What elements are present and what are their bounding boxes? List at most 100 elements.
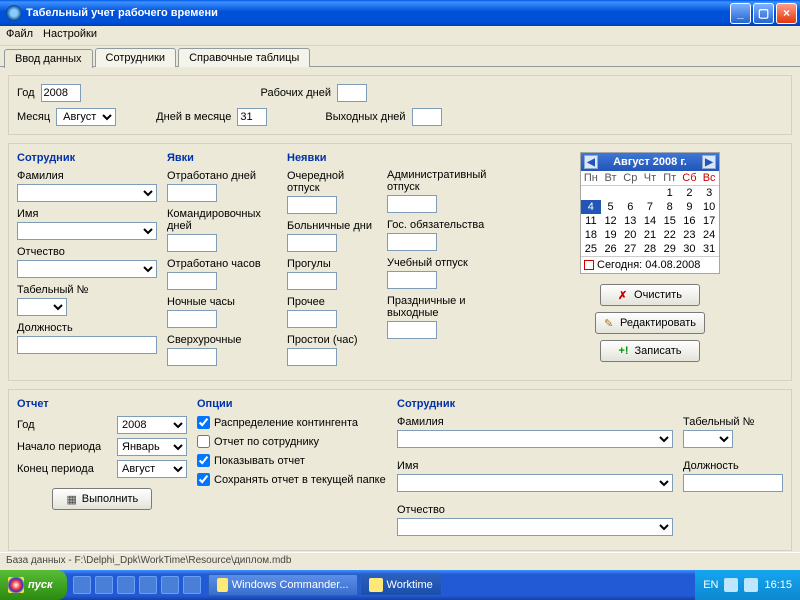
clear-button[interactable]: ✗Очистить (600, 284, 700, 306)
ql-icon[interactable] (95, 576, 113, 594)
cal-day[interactable] (620, 186, 640, 200)
tab-employees[interactable]: Сотрудники (95, 48, 177, 67)
report-start-select[interactable]: Январь (117, 438, 187, 456)
cal-day[interactable]: 2 (680, 186, 700, 200)
holidays-input[interactable] (387, 321, 437, 339)
close-button[interactable]: × (776, 3, 797, 24)
work-days-input[interactable] (337, 84, 367, 102)
maximize-button[interactable]: ▢ (753, 3, 774, 24)
cal-day[interactable]: 7 (640, 200, 660, 214)
cal-day[interactable]: 10 (699, 200, 719, 214)
opt-distribution-check[interactable] (197, 416, 210, 429)
menu-file[interactable]: Файл (6, 28, 33, 43)
cal-day[interactable]: 11 (581, 214, 601, 228)
cal-day[interactable]: 19 (601, 228, 621, 242)
truancy-input[interactable] (287, 272, 337, 290)
cal-day[interactable]: 4 (581, 200, 601, 214)
report-year-select[interactable]: 2008 (117, 416, 187, 434)
tab-reference[interactable]: Справочные таблицы (178, 48, 310, 67)
cal-day[interactable]: 12 (601, 214, 621, 228)
month-select[interactable]: Август (56, 108, 116, 126)
ql-icon[interactable] (183, 576, 201, 594)
worked-days-input[interactable] (167, 184, 217, 202)
cal-day[interactable]: 6 (620, 200, 640, 214)
cal-day[interactable]: 18 (581, 228, 601, 242)
taskbar-item[interactable]: Windows Commander... (208, 574, 358, 596)
cal-today[interactable]: Сегодня: 04.08.2008 (581, 256, 719, 273)
ql-icon[interactable] (139, 576, 157, 594)
opt-show-report-check[interactable] (197, 454, 210, 467)
position-input[interactable] (17, 336, 157, 354)
surname-select[interactable] (17, 184, 157, 202)
tray-icon[interactable] (724, 578, 738, 592)
cal-day[interactable]: 23 (680, 228, 700, 242)
start-button[interactable]: пуск (0, 570, 67, 600)
cal-day[interactable]: 28 (640, 242, 660, 256)
cal-day[interactable]: 20 (620, 228, 640, 242)
trip-days-input[interactable] (167, 234, 217, 252)
report-end-select[interactable]: Август (117, 460, 187, 478)
clock[interactable]: 16:15 (764, 579, 792, 591)
cal-prev-button[interactable]: ◀ (584, 155, 598, 169)
r-patronymic-select[interactable] (397, 518, 673, 536)
off-days-input[interactable] (412, 108, 442, 126)
cal-day[interactable]: 17 (699, 214, 719, 228)
cal-day[interactable]: 30 (680, 242, 700, 256)
r-position-input[interactable] (683, 474, 783, 492)
study-input[interactable] (387, 271, 437, 289)
tabno-select[interactable] (17, 298, 67, 316)
cal-day[interactable]: 25 (581, 242, 601, 256)
cal-next-button[interactable]: ▶ (702, 155, 716, 169)
cal-day[interactable]: 27 (620, 242, 640, 256)
opt-by-employee-check[interactable] (197, 435, 210, 448)
tray-icon[interactable] (744, 578, 758, 592)
night-hours-input[interactable] (167, 310, 217, 328)
calendar[interactable]: ◀ Август 2008 г. ▶ ПнВтСрЧтПтСбВс 123456… (580, 152, 720, 274)
cal-day[interactable]: 13 (620, 214, 640, 228)
name-select[interactable] (17, 222, 157, 240)
vacation-input[interactable] (287, 196, 337, 214)
year-input[interactable] (41, 84, 81, 102)
ql-icon[interactable] (161, 576, 179, 594)
ql-icon[interactable] (73, 576, 91, 594)
sick-input[interactable] (287, 234, 337, 252)
taskbar-item[interactable]: Worktime (360, 574, 442, 596)
cal-day[interactable]: 3 (699, 186, 719, 200)
patronymic-select[interactable] (17, 260, 157, 278)
save-button[interactable]: +!Записать (600, 340, 700, 362)
cal-day[interactable]: 31 (699, 242, 719, 256)
cal-day[interactable]: 22 (660, 228, 680, 242)
cal-day[interactable]: 21 (640, 228, 660, 242)
idle-input[interactable] (287, 348, 337, 366)
cal-day[interactable]: 24 (699, 228, 719, 242)
r-name-select[interactable] (397, 474, 673, 492)
cal-day[interactable] (640, 186, 660, 200)
menu-settings[interactable]: Настройки (43, 28, 97, 43)
cal-day[interactable]: 15 (660, 214, 680, 228)
cal-day[interactable]: 1 (660, 186, 680, 200)
minimize-button[interactable]: _ (730, 3, 751, 24)
cal-day[interactable]: 16 (680, 214, 700, 228)
gov-input[interactable] (387, 233, 437, 251)
cal-day[interactable] (601, 186, 621, 200)
edit-button[interactable]: ✎Редактировать (595, 312, 705, 334)
worked-hours-input[interactable] (167, 272, 217, 290)
other-input[interactable] (287, 310, 337, 328)
admin-leave-input[interactable] (387, 195, 437, 213)
cal-day[interactable]: 29 (660, 242, 680, 256)
tab-input[interactable]: Ввод данных (4, 49, 93, 68)
opt-save-folder-check[interactable] (197, 473, 210, 486)
ql-icon[interactable] (117, 576, 135, 594)
r-tabno-select[interactable] (683, 430, 733, 448)
days-in-month-input[interactable] (237, 108, 267, 126)
cal-day[interactable]: 14 (640, 214, 660, 228)
cal-day[interactable]: 9 (680, 200, 700, 214)
lang-indicator[interactable]: EN (703, 579, 718, 591)
overtime-input[interactable] (167, 348, 217, 366)
cal-day[interactable]: 5 (601, 200, 621, 214)
cal-day[interactable] (581, 186, 601, 200)
cal-day[interactable]: 26 (601, 242, 621, 256)
r-surname-select[interactable] (397, 430, 673, 448)
execute-button[interactable]: ▦Выполнить (52, 488, 152, 510)
cal-day[interactable]: 8 (660, 200, 680, 214)
